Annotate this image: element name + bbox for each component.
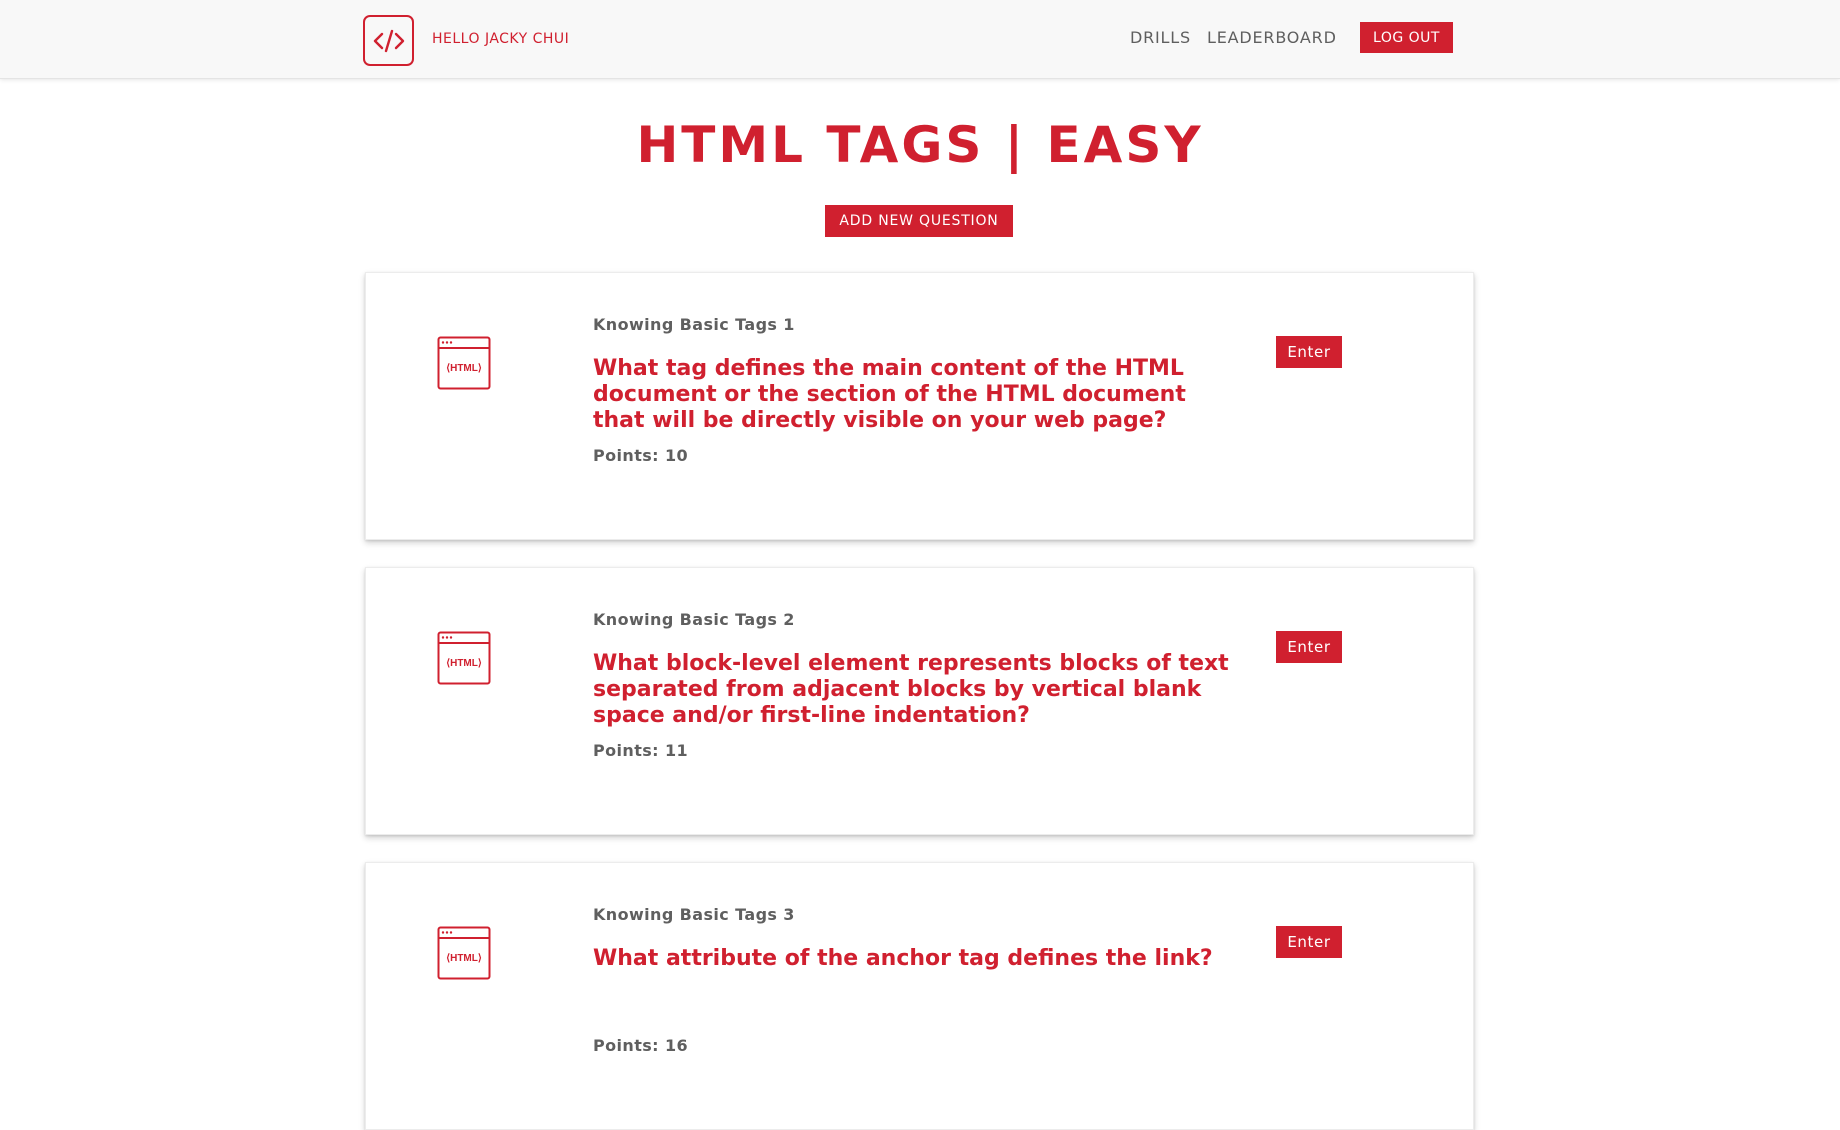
- points-value: 10: [664, 446, 689, 465]
- nav-leaderboard-link[interactable]: LEADERBOARD: [1207, 28, 1337, 47]
- question-points: Points: 16: [593, 1036, 688, 1055]
- enter-button[interactable]: Enter: [1276, 631, 1342, 663]
- html-window-icon: ⟨HTML⟩: [437, 926, 491, 980]
- logout-button[interactable]: LOG OUT: [1360, 22, 1453, 53]
- question-card: ⟨HTML⟩ Knowing Basic Tags 3 What attribu…: [365, 862, 1474, 1130]
- points-label: Points:: [593, 741, 659, 760]
- question-text: What attribute of the anchor tag defines…: [593, 946, 1213, 971]
- question-tag-label: Knowing Basic Tags 2: [593, 610, 795, 629]
- enter-button[interactable]: Enter: [1276, 336, 1342, 368]
- svg-text:⟨HTML⟩: ⟨HTML⟩: [446, 658, 482, 669]
- question-text: What block-level element represents bloc…: [593, 651, 1229, 728]
- add-new-question-button[interactable]: ADD NEW QUESTION: [825, 205, 1013, 237]
- html-window-icon: ⟨HTML⟩: [437, 631, 491, 685]
- points-value: 16: [664, 1036, 689, 1055]
- points-label: Points:: [593, 446, 659, 465]
- question-card: ⟨HTML⟩ Knowing Basic Tags 1 What tag def…: [365, 272, 1474, 540]
- question-points: Points: 11: [593, 741, 688, 760]
- svg-text:⟨HTML⟩: ⟨HTML⟩: [446, 953, 482, 964]
- nav-drills-link[interactable]: DRILLS: [1130, 28, 1191, 47]
- page-title: HTML TAGS | EASY: [636, 116, 1204, 174]
- enter-button[interactable]: Enter: [1276, 926, 1342, 958]
- points-label: Points:: [593, 1036, 659, 1055]
- points-value: 11: [664, 741, 689, 760]
- question-tag-label: Knowing Basic Tags 3: [593, 905, 795, 924]
- question-tag-label: Knowing Basic Tags 1: [593, 315, 795, 334]
- question-card: ⟨HTML⟩ Knowing Basic Tags 2 What block-l…: [365, 567, 1474, 835]
- question-text: What tag defines the main content of the…: [593, 356, 1186, 433]
- html-window-icon: ⟨HTML⟩: [437, 336, 491, 390]
- user-greeting: HELLO JACKY CHUI: [432, 31, 570, 47]
- question-points: Points: 10: [593, 446, 688, 465]
- top-navbar: HELLO JACKY CHUI DRILLS LEADERBOARD LOG …: [0, 0, 1840, 79]
- code-brackets-icon[interactable]: [363, 15, 414, 66]
- svg-text:⟨HTML⟩: ⟨HTML⟩: [446, 363, 482, 374]
